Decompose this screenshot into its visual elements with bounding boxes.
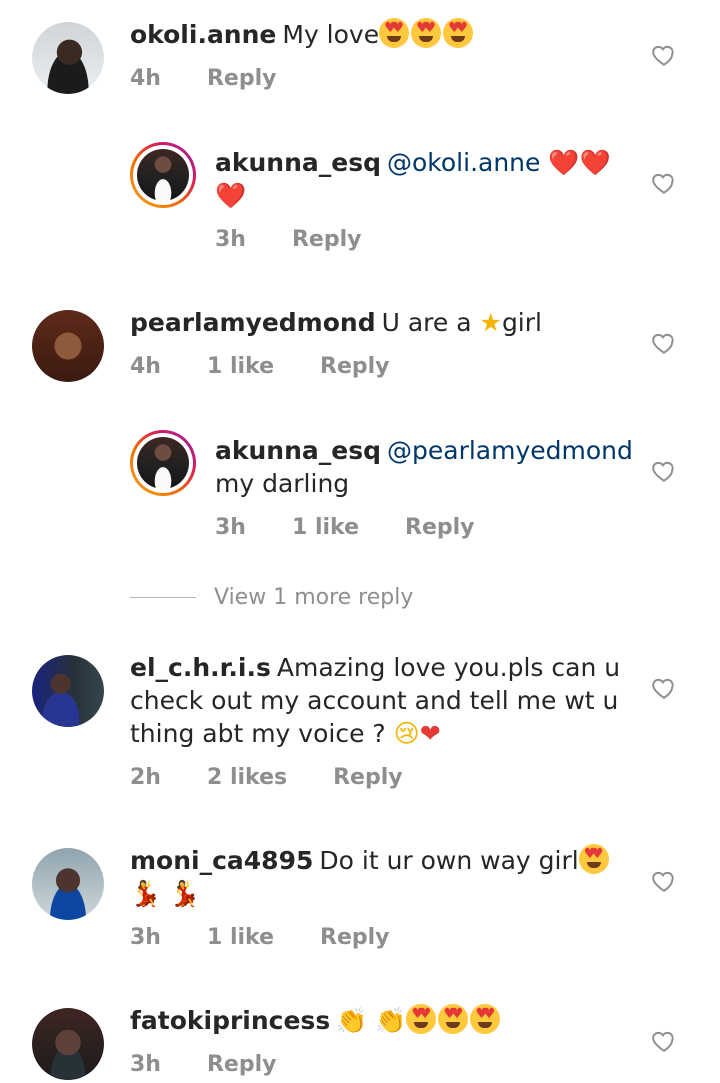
comment-meta: 3h Reply — [215, 227, 407, 252]
heart-eyes-emoji-icon — [411, 18, 442, 48]
heart-outline-icon[interactable] — [651, 42, 677, 68]
comment-time: 2h — [130, 765, 161, 790]
red-heart-emoji-icon: ❤ — [419, 719, 441, 748]
dancer-emoji-icon: 💃 — [169, 879, 201, 908]
heart-eyes-emoji-icon — [406, 1004, 437, 1034]
avatar[interactable] — [32, 655, 104, 727]
avatar[interactable] — [32, 310, 104, 382]
comment-username[interactable]: akunna_esq — [215, 436, 381, 465]
heart-eyes-emoji-icon — [470, 1004, 501, 1034]
avatar[interactable] — [130, 142, 196, 208]
comment-username[interactable]: okoli.anne — [130, 20, 276, 49]
heart-outline-icon[interactable] — [651, 868, 677, 894]
comment-username[interactable]: akunna_esq — [215, 148, 381, 177]
reply-button[interactable]: Reply — [320, 925, 390, 950]
comment-username[interactable]: pearlamyedmond — [130, 308, 376, 337]
reply-button[interactable]: Reply — [207, 1052, 277, 1077]
comment-meta: 4h Reply — [130, 66, 322, 91]
comment-meta: 3h 1 like Reply — [215, 515, 521, 540]
heart-outline-icon[interactable] — [651, 330, 677, 356]
heart-eyes-emoji-icon — [438, 1004, 469, 1034]
heart-eyes-emoji-icon — [443, 18, 474, 48]
heart-outline-icon[interactable] — [651, 170, 677, 196]
comment-time: 4h — [130, 66, 161, 91]
crying-face-emoji-icon: 😢 — [393, 719, 420, 748]
heart-outline-icon[interactable] — [651, 458, 677, 484]
clapping-hands-emoji-icon: 👏 — [375, 1006, 407, 1035]
reply-button[interactable]: Reply — [333, 765, 403, 790]
comment-meta: 3h Reply — [130, 1052, 322, 1077]
comment-time: 4h — [130, 354, 161, 379]
mention-link[interactable]: @pearlamyedmond — [387, 436, 633, 465]
star-emoji-icon: ★ — [479, 308, 502, 337]
comment-text: akunna_esq @pearlamyedmond my darling — [215, 436, 633, 498]
dancer-emoji-icon: 💃 — [130, 879, 162, 908]
comment-text: pearlamyedmond U are a ★girl — [130, 308, 542, 337]
comment-username[interactable]: moni_ca4895 — [130, 846, 313, 875]
heart-eyes-emoji-icon — [578, 844, 609, 874]
reply-button[interactable]: Reply — [320, 354, 390, 379]
comment-text: fatokiprincess 👏 👏 — [130, 1004, 630, 1037]
comment-time: 3h — [215, 515, 246, 540]
divider-line — [130, 596, 196, 598]
heart-outline-icon[interactable] — [651, 675, 677, 701]
comment-likes[interactable]: 1 like — [292, 515, 359, 540]
comment-text: el_c.h.r.i.s Amazing love you.pls can u c… — [130, 653, 621, 748]
comment-likes[interactable]: 1 like — [207, 354, 274, 379]
comment-time: 3h — [130, 1052, 161, 1077]
view-more-replies-button[interactable]: View 1 more reply — [130, 582, 413, 612]
comment-meta: 2h 2 likes Reply — [130, 765, 449, 790]
heart-outline-icon[interactable] — [651, 1028, 677, 1054]
comment-meta: 3h 1 like Reply — [130, 925, 436, 950]
comment-meta: 4h 1 like Reply — [130, 354, 436, 379]
heart-eyes-emoji-icon — [379, 18, 410, 48]
comment-text: akunna_esq @okoli.anne ❤️❤️❤️ — [215, 146, 615, 212]
avatar[interactable] — [130, 430, 196, 496]
reply-button[interactable]: Reply — [207, 66, 277, 91]
clapping-hands-emoji-icon: 👏 — [336, 1006, 368, 1035]
comment-time: 3h — [130, 925, 161, 950]
comment-likes[interactable]: 2 likes — [207, 765, 287, 790]
avatar[interactable] — [32, 1008, 104, 1080]
avatar[interactable] — [32, 22, 104, 94]
reply-button[interactable]: Reply — [405, 515, 475, 540]
comment-text: moni_ca4895Do it ur own way girl 💃 💃 — [130, 844, 630, 910]
comment-time: 3h — [215, 227, 246, 252]
reply-button[interactable]: Reply — [292, 227, 362, 252]
mention-link[interactable]: @okoli.anne — [387, 148, 540, 177]
comment-likes[interactable]: 1 like — [207, 925, 274, 950]
comment-username[interactable]: el_c.h.r.i.s — [130, 653, 271, 682]
comment-username[interactable]: fatokiprincess — [130, 1006, 330, 1035]
comment-text: okoli.anne My love — [130, 18, 630, 51]
avatar[interactable] — [32, 848, 104, 920]
